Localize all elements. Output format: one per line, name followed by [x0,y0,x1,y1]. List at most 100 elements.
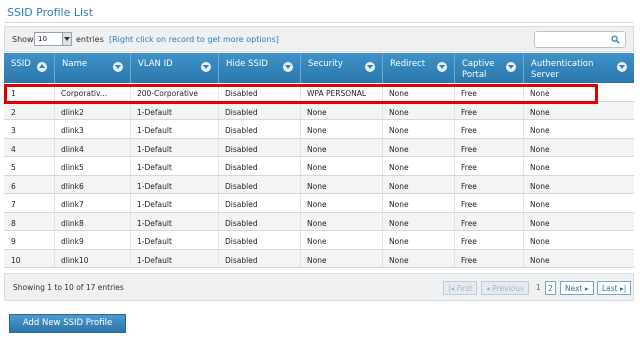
cell-vlan-id: 1-Default [137,126,172,135]
cell-redirect: None [389,126,409,135]
cell-security: None [307,144,327,154]
cell-security: None [307,218,327,228]
first-page-button[interactable]: |◂ First [443,281,478,295]
column-divider [54,138,55,156]
column-divider [523,194,524,212]
column-divider [300,231,301,249]
column-divider [218,157,219,175]
cell-redirect: None [389,200,409,209]
table-row[interactable]: 10 dlink10 1-Default Disabled None None Free No… [4,249,634,268]
sort-icon[interactable] [283,62,293,72]
cell-authentication-server: None [530,107,550,117]
column-header-authentication-server[interactable]: Authentication Server [523,53,634,83]
cell-ssid: 4 [11,144,16,154]
column-divider [300,194,301,212]
cell-captive-portal: Free [461,200,477,209]
page-2-link[interactable]: 2 [545,281,556,295]
chevron-down-icon[interactable] [62,33,71,45]
cell-name: dlink10 [61,255,89,265]
page-size-select[interactable]: 10 [34,32,72,46]
column-divider [54,157,55,175]
column-divider [300,101,301,119]
column-divider [54,231,55,249]
sort-icon[interactable] [365,62,375,72]
table-row[interactable]: 2 dlink2 1-Default Disabled None None Free None [4,101,634,120]
last-page-button[interactable]: Last ▸| [597,281,632,295]
column-divider [382,101,383,119]
search-input[interactable] [534,31,626,48]
cell-redirect: None [389,255,409,265]
cell-captive-portal: Free [461,144,477,154]
sort-icon[interactable] [437,62,447,72]
table-row[interactable]: 1 Corporativ... 200-Corporative Disabled WPA… [4,83,634,102]
column-divider [454,138,455,156]
cell-name: dlink8 [61,218,84,228]
column-divider [454,157,455,175]
sort-icon[interactable] [201,62,211,72]
cell-security: None [307,255,327,265]
cell-captive-portal: Free [461,163,477,172]
sort-icon[interactable] [617,62,627,72]
page-1-link[interactable]: 1 [532,281,545,295]
cell-vlan-id: 1-Default [137,163,172,172]
cell-name: dlink4 [61,144,84,154]
cell-redirect: None [389,163,409,172]
column-divider [523,212,524,230]
column-divider [54,120,55,138]
column-header-redirect[interactable]: Redirect [382,53,454,83]
table-row[interactable]: 5 dlink5 1-Default Disabled None None Free None [4,157,634,176]
cell-captive-portal: Free [461,89,477,98]
column-header-hide-ssid[interactable]: Hide SSID [218,53,300,83]
cell-name: dlink2 [61,107,84,117]
cell-authentication-server: None [530,255,550,265]
column-divider [130,138,131,156]
add-new-ssid-profile-button[interactable]: Add New SSID Profile [9,314,126,333]
table-row[interactable]: 8 dlink8 1-Default Disabled None None Free None [4,212,634,231]
column-header-vlan-id[interactable]: VLAN ID [130,53,218,83]
column-divider [382,120,383,138]
cell-authentication-server: None [530,89,550,98]
table-row[interactable]: 3 dlink3 1-Default Disabled None None Free None [4,120,634,139]
page-size-value: 10 [38,35,47,43]
sort-ascending-icon[interactable] [37,62,47,72]
column-header-security[interactable]: Security [300,53,382,83]
column-divider [54,101,55,119]
column-header-ssid[interactable]: SSID [4,53,54,83]
cell-redirect: None [389,107,409,117]
cell-captive-portal: Free [461,237,477,246]
table-row[interactable]: 9 dlink9 1-Default Disabled None None Free None [4,231,634,250]
column-divider [54,194,55,212]
cell-hide-ssid: Disabled [225,237,258,246]
column-divider [130,157,131,175]
column-divider [523,231,524,249]
column-divider [382,157,383,175]
cell-vlan-id: 1-Default [137,144,172,154]
column-divider [454,83,455,101]
column-header-name[interactable]: Name [54,53,130,83]
previous-page-button[interactable]: ◂ Previous [481,281,529,295]
column-divider [382,194,383,212]
cell-hide-ssid: Disabled [225,200,258,209]
column-divider [454,212,455,230]
cell-name: dlink7 [61,200,84,209]
column-divider [218,231,219,249]
column-divider [218,138,219,156]
column-divider [454,120,455,138]
sort-icon[interactable] [113,62,123,72]
cell-security: WPA PERSONAL [307,89,367,98]
search-icon[interactable] [611,35,620,44]
table-row[interactable]: 6 dlink6 1-Default Disabled None None Free None [4,175,634,194]
table-row[interactable]: 4 dlink4 1-Default Disabled None None Free None [4,138,634,157]
column-divider [382,138,383,156]
cell-name: dlink5 [61,163,84,172]
cell-vlan-id: 200-Corporative [137,89,199,98]
column-divider [300,138,301,156]
entries-label: entries [76,35,104,44]
column-divider [218,194,219,212]
column-divider [382,231,383,249]
table-row[interactable]: 7 dlink7 1-Default Disabled None None Free None [4,194,634,213]
sort-icon[interactable] [506,62,516,72]
column-divider [130,212,131,230]
next-page-button[interactable]: Next ▸ [560,281,594,295]
column-header-captive-portal[interactable]: Captive Portal [454,53,523,83]
